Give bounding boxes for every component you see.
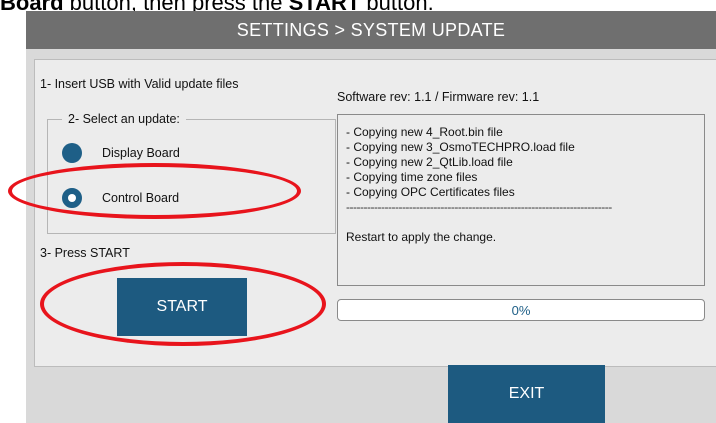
log-line: - Copying OPC Certificates files <box>346 185 515 199</box>
control-board-label: Control Board <box>102 191 180 205</box>
radio-selected-dot <box>68 194 76 202</box>
log-line: - Copying new 3_OsmoTECHPRO.load file <box>346 140 575 154</box>
exit-button[interactable]: EXIT <box>448 365 605 423</box>
content-panel: 1- Insert USB with Valid update files 2-… <box>34 59 716 367</box>
start-button[interactable]: START <box>117 278 247 336</box>
display-board-option[interactable]: Display Board <box>62 143 180 163</box>
page-title: SETTINGS > SYSTEM UPDATE <box>236 19 506 40</box>
display-board-label: Display Board <box>102 146 180 160</box>
title-bar: SETTINGS > SYSTEM UPDATE <box>26 11 716 49</box>
step2-legend: 2- Select an update: <box>62 112 186 126</box>
progress-percent: 0% <box>511 302 531 318</box>
update-selection-group: 2- Select an update: Display Board Contr… <box>47 112 336 234</box>
system-update-screen: SETTINGS > SYSTEM UPDATE 1- Insert USB w… <box>26 11 716 423</box>
step1-instruction: 1- Insert USB with Valid update files <box>40 77 239 91</box>
revision-info: Software rev: 1.1 / Firmware rev: 1.1 <box>337 90 540 104</box>
update-log: - Copying new 4_Root.bin file - Copying … <box>337 114 705 286</box>
log-separator: ----------------------------------------… <box>346 200 612 214</box>
step3-instruction: 3- Press START <box>40 246 130 260</box>
control-board-option[interactable]: Control Board <box>62 188 179 208</box>
log-line: - Copying time zone files <box>346 170 478 184</box>
control-board-radio[interactable] <box>62 188 82 208</box>
update-progress-bar: 0% <box>337 299 705 321</box>
restart-message: Restart to apply the change. <box>346 230 497 244</box>
log-line: - Copying new 2_QtLib.load file <box>346 155 513 169</box>
display-board-radio[interactable] <box>62 143 82 163</box>
log-line: - Copying new 4_Root.bin file <box>346 125 503 139</box>
